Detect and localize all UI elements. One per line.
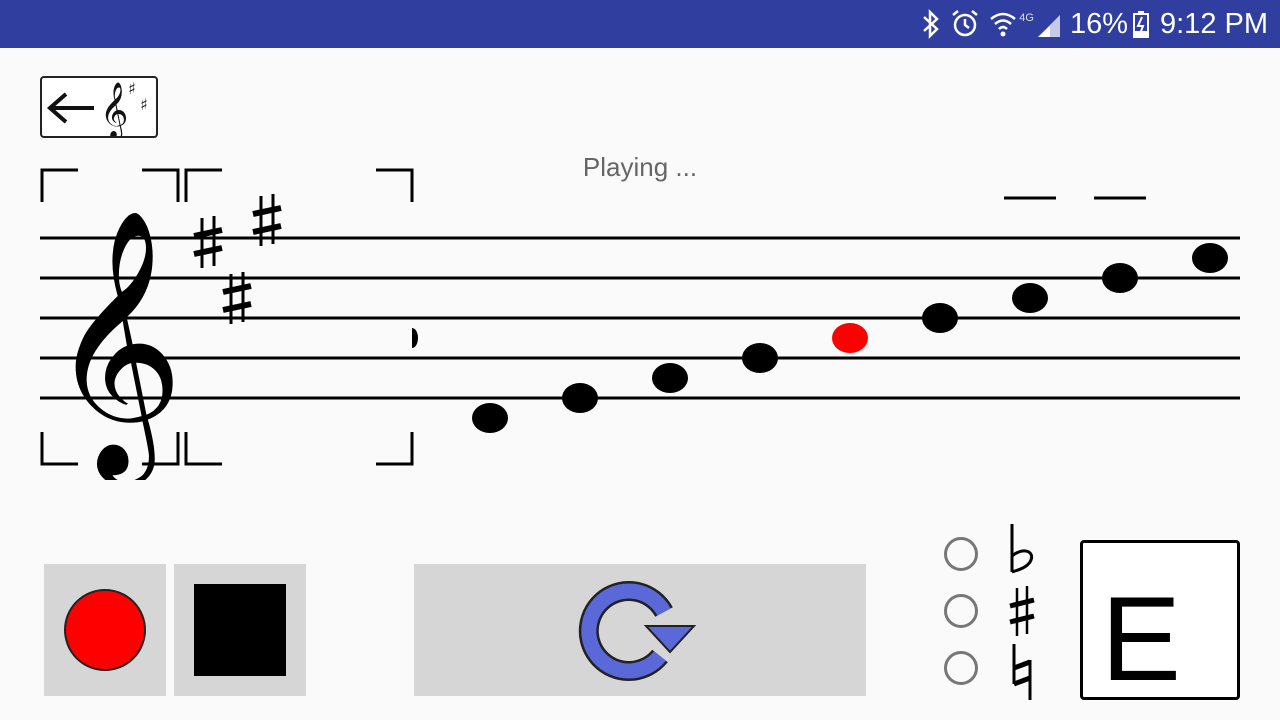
stop-button[interactable]: [174, 564, 306, 696]
note: [742, 343, 778, 373]
treble-clef-icon: 𝄞: [48, 208, 184, 480]
status-bar: 4G 16% 9:12 PM: [0, 0, 1280, 48]
bluetooth-icon: [923, 9, 940, 39]
radio-sharp[interactable]: [944, 594, 978, 628]
note: [472, 403, 508, 433]
signal-icon: [1037, 15, 1060, 37]
notes-layer: [472, 243, 1228, 433]
record-icon: [64, 589, 146, 671]
replay-button[interactable]: [414, 564, 866, 696]
battery-icon: [1133, 11, 1149, 38]
natural-icon: [1012, 644, 1032, 700]
note: [652, 363, 688, 393]
stop-icon: [194, 584, 286, 676]
note: [562, 383, 598, 413]
current-note: [832, 323, 868, 353]
sharp-f-icon: [193, 216, 223, 268]
note: [1102, 263, 1138, 293]
note-fragment: [412, 328, 418, 348]
back-button[interactable]: 𝄞 ♯ ♯: [40, 76, 158, 140]
record-button[interactable]: [44, 564, 166, 696]
alarm-icon: [952, 10, 979, 37]
note: [922, 303, 958, 333]
svg-text:♯: ♯: [140, 95, 148, 114]
key-signature-sharps: [193, 194, 282, 324]
clock: 9:12 PM: [1160, 8, 1268, 40]
sharp-icon: [1009, 586, 1035, 636]
back-arrow-key-signature-icon: 𝄞 ♯ ♯: [46, 79, 148, 140]
status-icons: 4G 16% 9:12 PM: [920, 0, 1268, 48]
sharp-c-icon: [222, 272, 252, 324]
answer-letter: E: [1101, 572, 1182, 706]
replay-icon: [578, 581, 697, 681]
note: [1012, 283, 1048, 313]
answer-box[interactable]: E: [1080, 540, 1240, 700]
svg-text:♯: ♯: [128, 79, 136, 98]
music-staff: 𝄞: [40, 168, 1240, 480]
network-type: 4G: [1019, 12, 1034, 24]
wifi-icon: [990, 12, 1017, 37]
note: [1192, 243, 1228, 273]
battery-percent: 16%: [1069, 8, 1128, 40]
svg-text:𝄞: 𝄞: [100, 82, 128, 136]
radio-flat[interactable]: [944, 537, 978, 571]
flat-icon: [1010, 524, 1033, 574]
radio-natural[interactable]: [944, 651, 978, 685]
